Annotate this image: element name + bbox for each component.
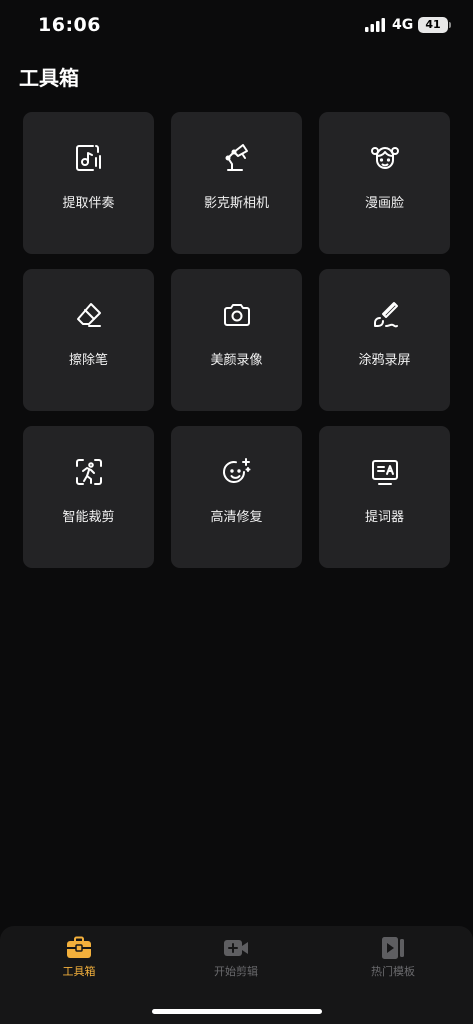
tool-hd-repair[interactable]: 高清修复 [171,426,302,568]
tool-doodle-record[interactable]: 涂鸦录屏 [319,269,450,411]
template-play-icon [382,937,404,959]
tab-toolbox[interactable]: 工具箱 [19,934,139,979]
tool-label: 漫画脸 [364,196,404,211]
tool-label: 美颜录像 [210,353,263,368]
network-type: 4G [392,17,414,33]
battery-cap [449,22,451,28]
tool-cartoon-face[interactable]: 漫画脸 [319,112,450,254]
tool-label: 提词器 [364,510,404,525]
sparkle-face-icon [221,456,253,488]
eraser-icon [73,299,105,331]
camera-icon [221,299,253,331]
smart-crop-icon [73,456,105,488]
tool-grid: 提取伴奏 影克斯相机 漫画脸 擦除笔 美颜录像 涂鸦录屏 智能裁剪 高清修复 提… [23,112,451,568]
desk-lamp-icon [221,142,253,174]
tool-label: 高清修复 [210,510,263,525]
music-extract-icon [73,142,105,174]
tab-hot-templates[interactable]: 热门模板 [333,934,453,979]
teleprompter-icon [369,456,401,488]
tool-teleprompter[interactable]: 提词器 [319,426,450,568]
tool-lamp-camera[interactable]: 影克斯相机 [171,112,302,254]
tool-label: 影克斯相机 [203,196,269,211]
status-time: 16:06 [38,14,101,36]
signal-icon [365,18,385,32]
tool-extract-accompaniment[interactable]: 提取伴奏 [23,112,154,254]
toolbox-icon [67,936,91,958]
tool-beauty-video[interactable]: 美颜录像 [171,269,302,411]
tool-label: 涂鸦录屏 [358,353,411,368]
cartoon-face-icon [369,142,401,174]
tool-label: 擦除笔 [68,353,108,368]
tab-label: 热门模板 [371,965,415,978]
video-add-icon [224,940,248,956]
battery-icon: 41 [418,17,448,33]
tool-smart-crop[interactable]: 智能裁剪 [23,426,154,568]
tool-label: 智能裁剪 [62,510,115,525]
status-bar: 16:06 4G 41 [0,0,473,52]
home-indicator[interactable] [152,1009,322,1014]
tool-eraser[interactable]: 擦除笔 [23,269,154,411]
tab-label: 工具箱 [62,965,96,978]
tool-label: 提取伴奏 [62,196,115,211]
tab-label: 开始剪辑 [214,965,258,978]
tab-start-edit[interactable]: 开始剪辑 [176,934,296,979]
toolbox-screen: 16:06 4G 41 工具箱 提取伴奏 影克斯相机 漫画脸 擦除笔 美颜录像 … [0,0,473,1024]
page-title: 工具箱 [19,66,79,90]
brush-icon [369,299,401,331]
